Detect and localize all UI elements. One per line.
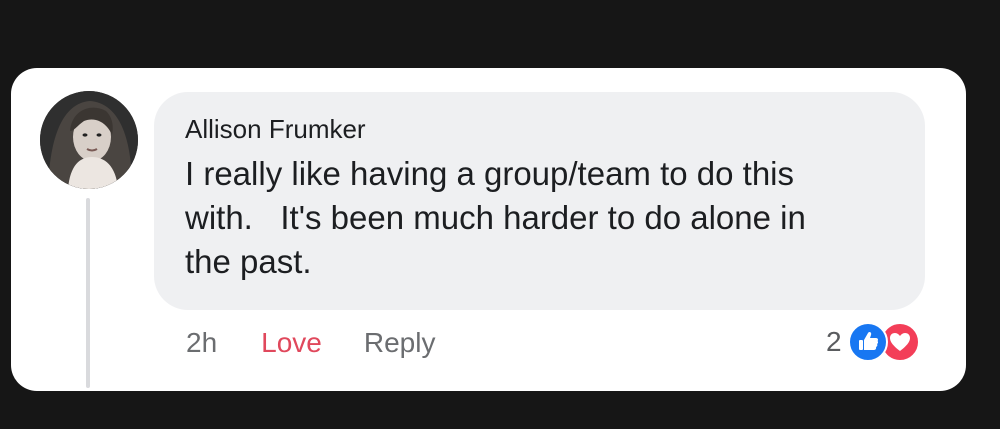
comment-bubble: Allison Frumker I really like having a g…: [154, 92, 925, 310]
like-icon: [847, 322, 888, 362]
reply-button[interactable]: Reply: [364, 327, 436, 359]
reaction-icons: [847, 322, 924, 362]
comment-timestamp[interactable]: 2h: [186, 327, 217, 359]
avatar[interactable]: [40, 91, 138, 189]
reaction-count: 2: [826, 326, 842, 357]
comment-actions: 2h Love Reply: [186, 326, 435, 360]
comment-text: I really like having a group/team to do …: [185, 155, 806, 280]
profile-photo-icon: [40, 91, 138, 189]
thread-line: [86, 198, 90, 388]
reaction-summary[interactable]: 2: [826, 322, 924, 362]
comment-author[interactable]: Allison Frumker: [185, 114, 895, 144]
love-button[interactable]: Love: [261, 327, 322, 359]
